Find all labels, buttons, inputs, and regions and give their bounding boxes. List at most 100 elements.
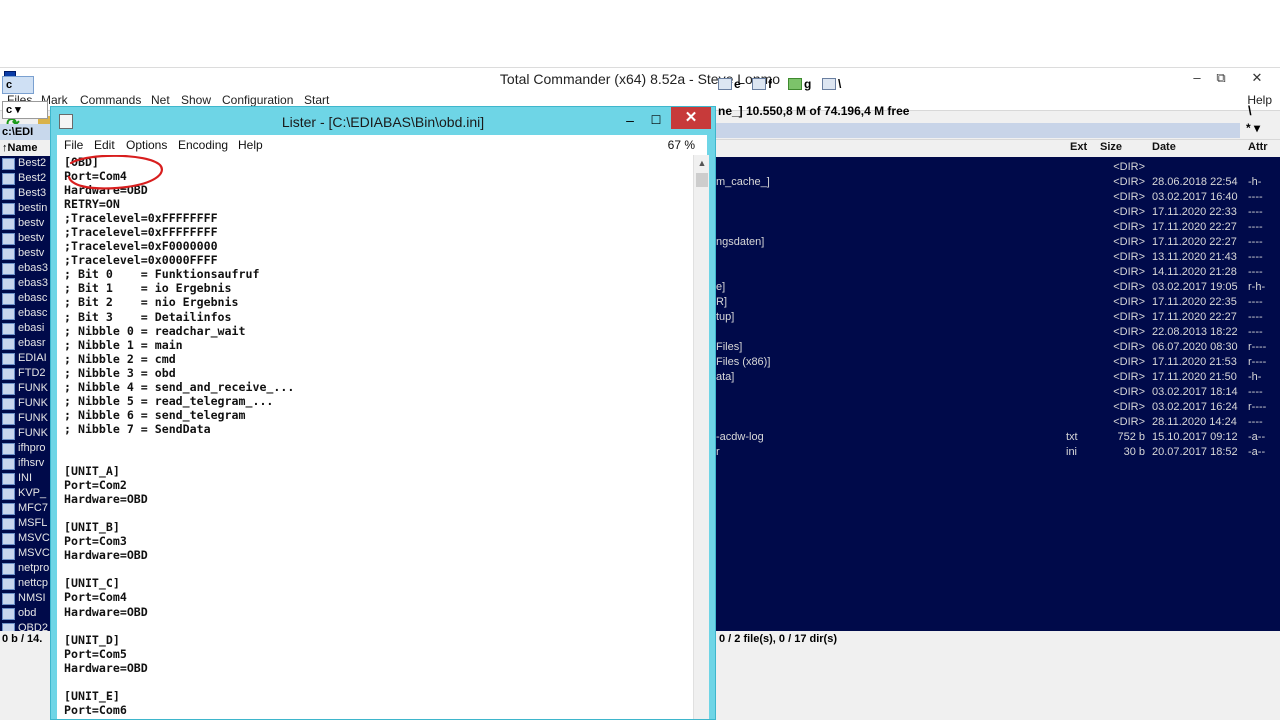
- table-row[interactable]: <DIR> 17.11.2020 22:33 ----: [716, 205, 1280, 220]
- list-item[interactable]: NMSI: [0, 591, 52, 606]
- table-row[interactable]: <DIR> 03.02.2017 18:14 ----: [716, 385, 1280, 400]
- file-icon: [2, 517, 15, 530]
- list-item[interactable]: ifhpro: [0, 441, 52, 456]
- list-item[interactable]: EDIAI: [0, 351, 52, 366]
- drive-f-button[interactable]: f: [752, 77, 772, 91]
- table-row[interactable]: <DIR>: [716, 160, 1280, 175]
- list-item[interactable]: FUNK: [0, 426, 52, 441]
- table-row[interactable]: e] <DIR> 03.02.2017 19:05 r-h-: [716, 280, 1280, 295]
- cell-date: 17.11.2020 21:53: [1152, 356, 1237, 368]
- list-item[interactable]: FTD2: [0, 366, 52, 381]
- left-drive-button[interactable]: c: [2, 76, 34, 94]
- list-item[interactable]: ebasc: [0, 306, 52, 321]
- table-row[interactable]: <DIR> 22.08.2013 18:22 ----: [716, 325, 1280, 340]
- text-line: [UNIT_B]: [64, 520, 120, 535]
- lister-menu-options[interactable]: Options: [126, 138, 167, 152]
- column-header-ext[interactable]: Ext: [1070, 141, 1087, 153]
- right-file-list[interactable]: <DIR> m_cache_] <DIR> 28.06.2018 22:54 -h- <D…: [716, 157, 1280, 631]
- column-header-attr[interactable]: Attr: [1248, 141, 1268, 153]
- drive-g-button[interactable]: g: [788, 77, 811, 91]
- list-item[interactable]: bestv: [0, 231, 52, 246]
- list-item[interactable]: bestv: [0, 246, 52, 261]
- lister-vertical-scrollbar[interactable]: ▲: [693, 155, 709, 719]
- list-item[interactable]: nettcp: [0, 576, 52, 591]
- lister-menu-file[interactable]: File: [64, 138, 83, 152]
- history-star-button[interactable]: * ▾: [1246, 121, 1260, 135]
- table-row[interactable]: <DIR> 03.02.2017 16:24 r----: [716, 400, 1280, 415]
- column-header-size[interactable]: Size: [1100, 141, 1122, 153]
- table-row[interactable]: <DIR> 17.11.2020 22:27 ----: [716, 220, 1280, 235]
- list-item[interactable]: ifhsrv: [0, 456, 52, 471]
- file-icon: [2, 322, 15, 335]
- list-item[interactable]: Best2: [0, 171, 52, 186]
- cell-attr: r-h-: [1248, 281, 1266, 293]
- table-row[interactable]: ata] <DIR> 17.11.2020 21:50 -h-: [716, 370, 1280, 385]
- list-item[interactable]: OBD2: [0, 621, 52, 631]
- lister-menu-help[interactable]: Help: [238, 138, 263, 152]
- list-item[interactable]: FUNK: [0, 411, 52, 426]
- list-item[interactable]: ebasr: [0, 336, 52, 351]
- column-header-date[interactable]: Date: [1152, 141, 1176, 153]
- menu-net[interactable]: Net: [151, 93, 170, 107]
- list-item[interactable]: MSFL: [0, 516, 52, 531]
- menu-show[interactable]: Show: [181, 93, 211, 107]
- table-row[interactable]: <DIR> 14.11.2020 21:28 ----: [716, 265, 1280, 280]
- list-item[interactable]: ebas3: [0, 261, 52, 276]
- menu-commands[interactable]: Commands: [80, 93, 141, 107]
- cell-attr: r----: [1248, 401, 1267, 413]
- menu-configuration[interactable]: Configuration: [222, 93, 293, 107]
- cell-date: 17.11.2020 22:35: [1152, 296, 1237, 308]
- list-item[interactable]: INI: [0, 471, 52, 486]
- drive-e-button[interactable]: e: [718, 77, 741, 91]
- lister-window-title: Lister - [C:\EDIABAS\Bin\obd.ini]: [281, 114, 485, 130]
- list-item-label: ebasr: [18, 337, 46, 349]
- table-row[interactable]: <DIR> 03.02.2017 16:40 ----: [716, 190, 1280, 205]
- lister-maximize-button[interactable]: ☐: [643, 110, 669, 130]
- list-item[interactable]: FUNK: [0, 396, 52, 411]
- cell-attr: ----: [1248, 236, 1263, 248]
- right-path-bar[interactable]: [716, 123, 1240, 138]
- file-content: [OBD] Port=Com4 Hardware=OBD RETRY=ON ;Trace…: [64, 155, 294, 719]
- table-row[interactable]: tup] <DIR> 17.11.2020 22:27 ----: [716, 310, 1280, 325]
- list-item[interactable]: MFC7: [0, 501, 52, 516]
- menu-start[interactable]: Start: [304, 93, 329, 107]
- list-item[interactable]: netpro: [0, 561, 52, 576]
- list-item[interactable]: MSVC: [0, 546, 52, 561]
- list-item[interactable]: ebasi: [0, 321, 52, 336]
- left-column-header-name[interactable]: ↑Name: [0, 140, 52, 156]
- table-row[interactable]: R] <DIR> 17.11.2020 22:35 ----: [716, 295, 1280, 310]
- list-item[interactable]: ebas3: [0, 276, 52, 291]
- lister-minimize-button[interactable]: –: [617, 110, 643, 130]
- list-item[interactable]: bestv: [0, 216, 52, 231]
- lister-titlebar[interactable]: Lister - [C:\EDIABAS\Bin\obd.ini] – ☐ ✕: [51, 107, 715, 135]
- text-line: [64, 619, 294, 633]
- scroll-up-arrow-icon[interactable]: ▲: [694, 155, 710, 171]
- left-path-bar[interactable]: c:\EDI: [0, 124, 52, 140]
- lister-menu-encoding[interactable]: Encoding: [178, 138, 228, 152]
- list-item[interactable]: FUNK: [0, 381, 52, 396]
- list-item[interactable]: Best3: [0, 186, 52, 201]
- lister-menu-edit[interactable]: Edit: [94, 138, 115, 152]
- table-row[interactable]: -acdw-log txt 752 b 15.10.2017 09:12 -a--: [716, 430, 1280, 445]
- left-file-list[interactable]: Best2 Best2 Best3 bestin bestv bestv bestv ebas…: [0, 156, 52, 631]
- table-row[interactable]: Files (x86)] <DIR> 17.11.2020 21:53 r----: [716, 355, 1280, 370]
- left-drive-combo[interactable]: c ▾: [2, 101, 48, 119]
- table-row[interactable]: ngsdaten] <DIR> 17.11.2020 22:27 ----: [716, 235, 1280, 250]
- list-item[interactable]: MSVC: [0, 531, 52, 546]
- table-row[interactable]: m_cache_] <DIR> 28.06.2018 22:54 -h-: [716, 175, 1280, 190]
- root-dir-button[interactable]: \: [1248, 103, 1252, 118]
- lister-close-button[interactable]: ✕: [671, 107, 711, 129]
- list-item[interactable]: ebasc: [0, 291, 52, 306]
- table-row[interactable]: Files] <DIR> 06.07.2020 08:30 r----: [716, 340, 1280, 355]
- table-row[interactable]: r ini 30 b 20.07.2017 18:52 -a--: [716, 445, 1280, 460]
- network-button[interactable]: \: [822, 77, 841, 91]
- table-row[interactable]: <DIR> 13.11.2020 21:43 ----: [716, 250, 1280, 265]
- list-item[interactable]: obd: [0, 606, 52, 621]
- list-item[interactable]: Best2: [0, 156, 52, 171]
- lister-text-area[interactable]: [OBD] Port=Com4 Hardware=OBD RETRY=ON ;Trace…: [57, 155, 693, 719]
- table-row[interactable]: <DIR> 28.11.2020 14:24 ----: [716, 415, 1280, 430]
- list-item[interactable]: bestin: [0, 201, 52, 216]
- scroll-thumb[interactable]: [696, 173, 708, 187]
- text-line: [64, 506, 294, 520]
- list-item[interactable]: KVP_: [0, 486, 52, 501]
